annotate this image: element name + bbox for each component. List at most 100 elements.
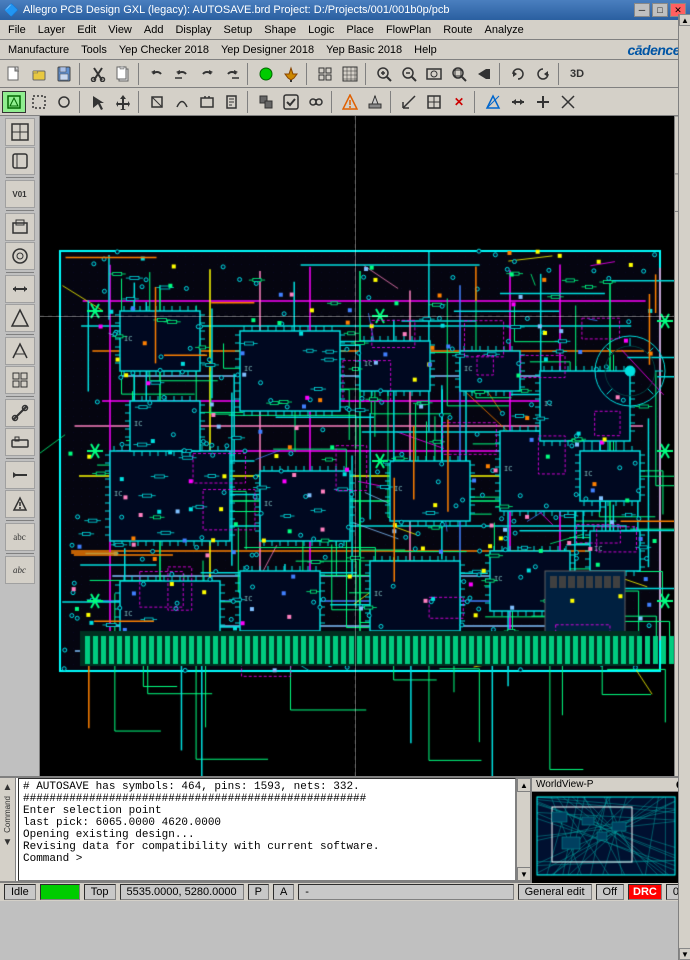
tb-grid[interactable] — [313, 63, 337, 85]
tb-undo[interactable] — [145, 63, 169, 85]
tb-pin[interactable] — [279, 63, 303, 85]
tb2-b4[interactable] — [220, 91, 244, 113]
tb2-b7[interactable] — [304, 91, 328, 113]
sidebar-btn-6[interactable] — [5, 275, 35, 303]
tb2-b2[interactable] — [170, 91, 194, 113]
tb-3d[interactable]: 3D — [565, 63, 589, 85]
tb2-arrow[interactable] — [86, 91, 110, 113]
sidebar-btn-4[interactable] — [5, 213, 35, 241]
sidebar-btn-abc1[interactable]: abc — [5, 523, 35, 551]
status-dash: - — [298, 884, 513, 900]
tb-zoom-window[interactable] — [447, 63, 471, 85]
tb-undo2[interactable] — [170, 63, 194, 85]
menu-flowplan[interactable]: FlowPlan — [380, 22, 437, 38]
tb-save[interactable] — [52, 63, 76, 85]
cmd-arrow-down[interactable]: ▼ — [3, 837, 13, 847]
tb2-b1[interactable] — [145, 91, 169, 113]
menu-layer[interactable]: Layer — [32, 22, 72, 38]
status-a-btn[interactable]: A — [273, 884, 294, 900]
tb-paste[interactable] — [111, 63, 135, 85]
tb2-move[interactable] — [111, 91, 135, 113]
sidebar-btn-7[interactable] — [5, 304, 35, 332]
worldview-canvas[interactable] — [532, 792, 690, 883]
cmd-line-3: Enter selection point — [23, 805, 511, 817]
tb2-b11[interactable] — [422, 91, 446, 113]
menu-view[interactable]: View — [102, 22, 138, 38]
menu-tools[interactable]: Tools — [75, 42, 113, 58]
wv-scroll-up[interactable]: ▲ — [679, 14, 690, 26]
tb2-b10[interactable] — [397, 91, 421, 113]
tb2-b14[interactable] — [506, 91, 530, 113]
tb2-b12[interactable]: ✕ — [447, 91, 471, 113]
menu-analyze[interactable]: Analyze — [479, 22, 530, 38]
tb2-b13[interactable] — [481, 91, 505, 113]
tb2-b16[interactable] — [556, 91, 580, 113]
tb-zoom-in[interactable] — [372, 63, 396, 85]
sidebar-btn-1[interactable] — [5, 118, 35, 146]
scroll-track[interactable] — [517, 792, 530, 867]
tb-new[interactable] — [2, 63, 26, 85]
scroll-down-btn[interactable]: ▼ — [517, 867, 531, 881]
toolbar2-sep-3 — [247, 91, 251, 113]
tb-open[interactable] — [27, 63, 51, 85]
menu-logic[interactable]: Logic — [302, 22, 340, 38]
tb2-b15[interactable] — [531, 91, 555, 113]
status-p-btn[interactable]: P — [248, 884, 269, 900]
tb2-b3[interactable] — [195, 91, 219, 113]
restore-button[interactable]: □ — [652, 3, 668, 17]
menu-add[interactable]: Add — [138, 22, 170, 38]
menu-file[interactable]: File — [2, 22, 32, 38]
menu-edit[interactable]: Edit — [71, 22, 102, 38]
tb2-b8[interactable] — [338, 91, 362, 113]
tb2-select2[interactable] — [27, 91, 51, 113]
menu-yep-designer[interactable]: Yep Designer 2018 — [215, 42, 320, 58]
tb-redo[interactable] — [195, 63, 219, 85]
scroll-up-btn[interactable]: ▲ — [517, 778, 531, 792]
tb2-select3[interactable] — [52, 91, 76, 113]
cmd-line-5: Opening existing design... — [23, 829, 511, 841]
pcb-canvas[interactable] — [40, 116, 674, 776]
tb2-b6[interactable] — [279, 91, 303, 113]
menu-route[interactable]: Route — [437, 22, 478, 38]
command-scrollbar[interactable]: ▲ ▼ — [516, 778, 530, 881]
command-side-label: Command — [3, 794, 12, 835]
sidebar-btn-5[interactable] — [5, 242, 35, 270]
sidebar-btn-13[interactable] — [5, 490, 35, 518]
toolbar-sep-4 — [306, 63, 310, 85]
menu-display[interactable]: Display — [169, 22, 217, 38]
sidebar-btn-3[interactable]: V01 — [5, 180, 35, 208]
tb-zoom-fit[interactable] — [422, 63, 446, 85]
cmd-arrow-up[interactable]: ▲ — [3, 782, 13, 792]
tb-refresh[interactable] — [506, 63, 530, 85]
tb-highlight[interactable] — [254, 63, 278, 85]
sidebar-btn-9[interactable] — [5, 366, 35, 394]
tb2-b9[interactable] — [363, 91, 387, 113]
tb2-b5[interactable] — [254, 91, 278, 113]
minimize-button[interactable]: ─ — [634, 3, 650, 17]
tb-redo2[interactable] — [220, 63, 244, 85]
menu-help[interactable]: Help — [408, 42, 443, 58]
menu-shape[interactable]: Shape — [258, 22, 302, 38]
tb-grid2[interactable] — [338, 63, 362, 85]
sidebar-btn-11[interactable] — [5, 428, 35, 456]
sidebar-btn-8[interactable] — [5, 337, 35, 365]
status-drc[interactable]: DRC — [628, 884, 662, 900]
worldview-scrollbar[interactable]: ▲ ▼ — [678, 14, 690, 960]
menu-place[interactable]: Place — [340, 22, 380, 38]
menu-setup[interactable]: Setup — [218, 22, 259, 38]
tb-zoom-prev[interactable] — [472, 63, 496, 85]
menu-yep-checker[interactable]: Yep Checker 2018 — [113, 42, 215, 58]
tb-redraw[interactable] — [531, 63, 555, 85]
wv-scroll-down[interactable]: ▼ — [679, 948, 690, 960]
tb-zoom-out[interactable] — [397, 63, 421, 85]
sidebar-btn-10[interactable] — [5, 399, 35, 427]
menu-manufacture[interactable]: Manufacture — [2, 42, 75, 58]
command-output[interactable]: # AUTOSAVE has symbols: 464, pins: 1593,… — [18, 778, 516, 881]
sidebar-btn-2[interactable] — [5, 147, 35, 175]
sidebar-btn-abc2[interactable]: abc — [5, 556, 35, 584]
menu-yep-basic[interactable]: Yep Basic 2018 — [320, 42, 408, 58]
tb2-select1[interactable] — [2, 91, 26, 113]
sidebar-btn-12[interactable] — [5, 461, 35, 489]
wv-scroll-track[interactable] — [679, 26, 690, 948]
tb-cut[interactable] — [86, 63, 110, 85]
